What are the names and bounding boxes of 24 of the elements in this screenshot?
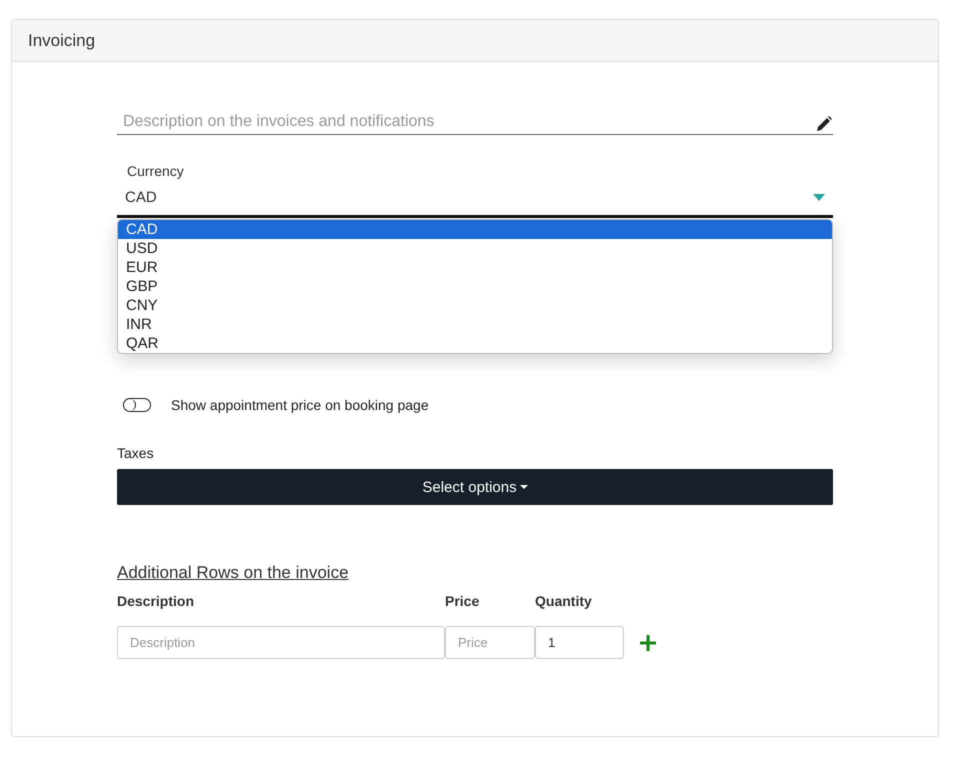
column-label: Quantity: [535, 593, 593, 609]
currency-option[interactable]: EUR: [118, 258, 832, 277]
currency-option[interactable]: INR: [118, 315, 832, 334]
input-field[interactable]: Price: [445, 626, 535, 659]
taxes-label: Taxes: [117, 445, 155, 461]
currency-option[interactable]: CNY: [118, 296, 832, 315]
column-label: Price: [445, 593, 480, 609]
pencil-icon[interactable]: [815, 115, 833, 133]
currency-option[interactable]: CAD: [118, 220, 832, 239]
select-options-button[interactable]: Select options: [117, 469, 833, 505]
column-label: Description: [117, 593, 196, 609]
toggle-switch[interactable]: [123, 398, 151, 412]
section-heading: Additional Rows on the invoice: [117, 563, 350, 583]
currency-option[interactable]: GBP: [118, 277, 832, 296]
currency-option[interactable]: USD: [118, 239, 832, 258]
add-icon[interactable]: [640, 634, 656, 650]
toggle-label: Show appointment price on booking page: [171, 397, 429, 413]
currency-option[interactable]: QAR: [118, 334, 832, 353]
panel-title: Invoicing: [28, 30, 96, 50]
currency-label: Currency: [126, 163, 185, 179]
input-field[interactable]: Description: [117, 626, 445, 659]
caret-icon: [813, 194, 825, 201]
input-field[interactable]: 1: [535, 626, 624, 659]
caret-icon: [520, 485, 528, 489]
